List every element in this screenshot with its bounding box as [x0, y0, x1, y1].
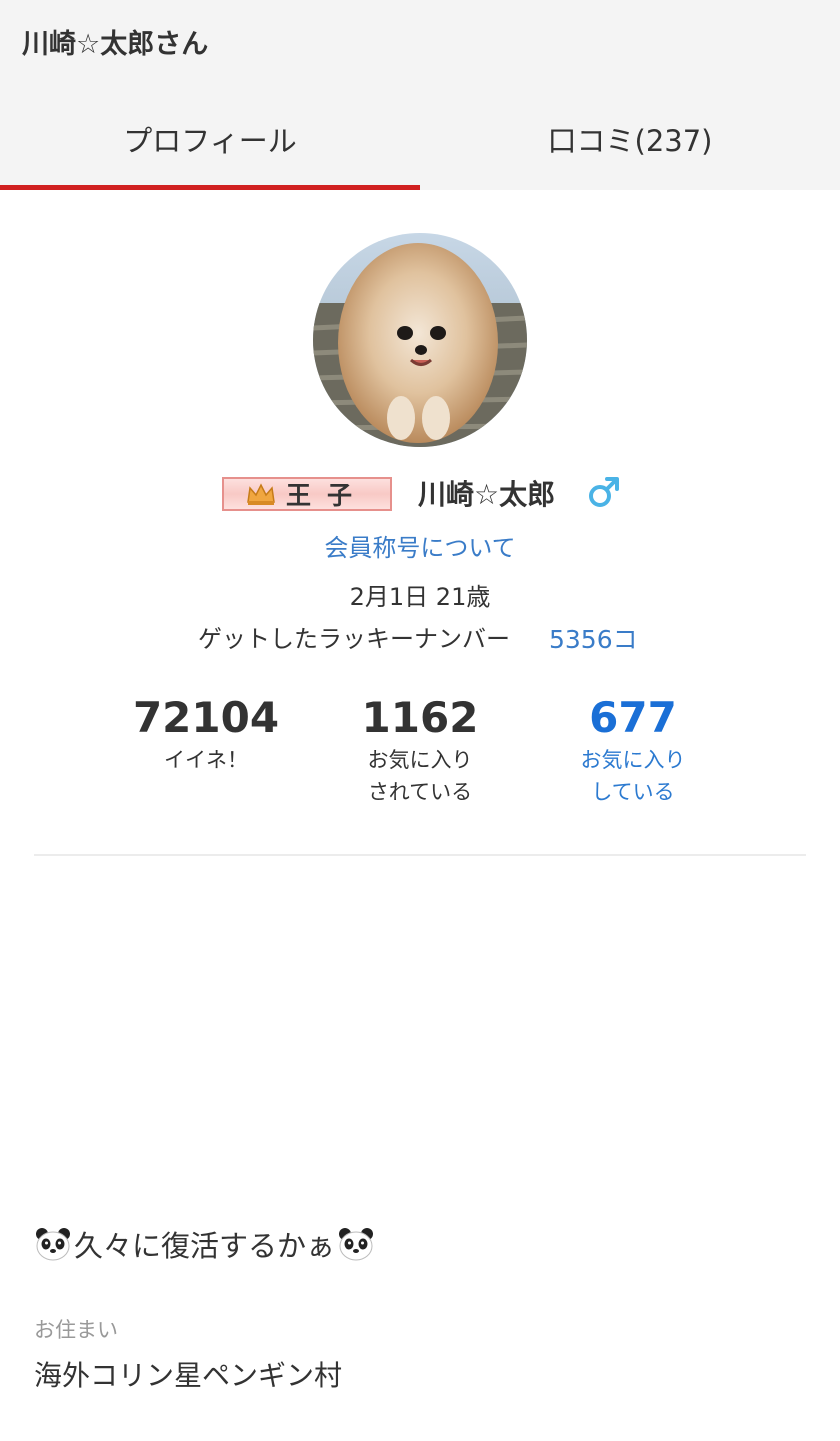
- stat-favoriting-value[interactable]: 677: [533, 692, 733, 744]
- stat-favoriting-label[interactable]: お気に入り している: [533, 744, 733, 808]
- tab-reviews[interactable]: 口コミ(237): [420, 88, 840, 190]
- rank-badge[interactable]: 王子: [222, 477, 392, 511]
- panda-icon: [36, 1228, 70, 1261]
- profile-comment: 久々に復活するかぁ: [34, 1222, 375, 1266]
- stat-favoriting[interactable]: 677 お気に入り している: [533, 692, 733, 808]
- lucky-number-count[interactable]: 5356コ: [549, 620, 638, 656]
- app-header: 川崎☆太郎さん プロフィール 口コミ(237): [0, 0, 840, 190]
- stat-likes-value: 72104: [132, 693, 280, 742]
- residence-label: お住まい: [34, 1318, 118, 1342]
- pomeranian-dog-photo: [313, 233, 527, 447]
- divider: [34, 854, 806, 856]
- page-title: 川崎☆太郎さん: [22, 29, 209, 60]
- tab-profile[interactable]: プロフィール: [0, 88, 420, 190]
- lucky-number-label: ゲットしたラッキーナンバー: [198, 625, 510, 653]
- stat-favorited: 1162 お気に入り されている: [320, 692, 520, 808]
- residence-value: 海外コリン星ペンギン村: [34, 1359, 343, 1392]
- stat-favorited-value: 1162: [361, 693, 479, 742]
- rank-label: 王子: [285, 481, 368, 510]
- male-icon: [589, 477, 619, 507]
- panda-icon: [339, 1228, 374, 1261]
- tab-bar: プロフィール 口コミ(237): [0, 88, 840, 190]
- name-row: 王子 川崎☆太郎: [0, 470, 840, 516]
- comment-text: 久々に復活するかぁ: [74, 1229, 336, 1263]
- stat-likes: 72104 イイネ！: [106, 692, 306, 776]
- user-name: 川崎☆太郎: [418, 478, 556, 511]
- member-title-link[interactable]: 会員称号について: [0, 528, 840, 563]
- stat-likes-label: イイネ！: [164, 748, 248, 772]
- birthday-age: 2月1日 21歳: [349, 583, 491, 611]
- stat-favorited-label: お気に入り されている: [367, 748, 473, 804]
- avatar[interactable]: [313, 233, 527, 447]
- crown-icon: [247, 483, 275, 505]
